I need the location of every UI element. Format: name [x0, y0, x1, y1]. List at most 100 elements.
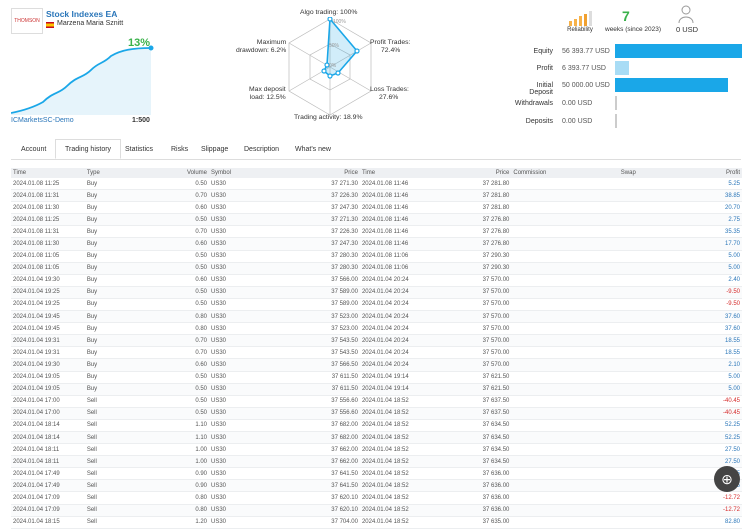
table-cell [618, 479, 689, 493]
table-cell [618, 467, 689, 481]
table-cell [511, 298, 619, 312]
reliability-label: Reliability [567, 27, 593, 33]
table-cell: 37 641.50 [265, 467, 360, 481]
table-cell [511, 371, 619, 384]
tab-trading-history[interactable]: Trading history [55, 139, 122, 159]
table-row: 2024.01.08 11:31 Buy 0.70 US30 37 226.30 2024… [11, 189, 742, 203]
table-cell: -12.72 [688, 491, 742, 505]
table-cell [618, 322, 689, 336]
table-cell: 2024.01.04 19:25 [11, 286, 85, 299]
table-cell: 37.60 [688, 310, 742, 324]
table-cell: 37.60 [688, 322, 742, 336]
table-cell: 1.00 [146, 455, 209, 469]
table-cell: 0.50 [146, 371, 209, 384]
table-row: 2024.01.04 18:11 Sell 1.00 US30 37 662.00 202… [11, 443, 742, 457]
table-cell: 2024.01.04 18:52 [359, 431, 418, 445]
table-cell: Buy [84, 225, 147, 239]
signal-title[interactable]: Stock Indexes EA [46, 9, 117, 19]
stat-row-profit: Profit 6 393.77 USD [511, 61, 743, 78]
table-cell: 52.25 [688, 431, 742, 445]
tab-account[interactable]: Account [13, 142, 54, 157]
table-cell: 0.70 [146, 225, 209, 239]
stat-value: 0.00 USD [562, 100, 593, 107]
zoom-icon[interactable]: ⊕ [714, 466, 740, 492]
tab-risks[interactable]: Risks [163, 142, 196, 157]
table-cell: 37 281.80 [417, 189, 512, 203]
stat-bar [615, 114, 617, 128]
table-cell: -40.45 [688, 395, 742, 408]
table-cell: US30 [209, 201, 266, 215]
table-cell: 37 662.00 [265, 455, 360, 469]
table-cell: 2024.01.04 20:24 [359, 310, 418, 324]
table-cell: 37 570.00 [417, 322, 512, 336]
column-header[interactable]: Type [84, 168, 147, 178]
table-cell: 37 704.00 [265, 516, 360, 529]
column-header[interactable]: Time [11, 168, 85, 178]
table-cell [618, 334, 689, 348]
table-cell: 5.00 [688, 262, 742, 275]
table-cell: 37 556.60 [265, 407, 360, 420]
table-cell: 82.80 [688, 516, 742, 529]
table-cell: 2024.01.08 11:06 [359, 262, 418, 275]
tab-whats-new[interactable]: What's new [287, 142, 339, 157]
table-cell: 37 523.00 [265, 322, 360, 336]
author-logo[interactable]: THOMSON [11, 8, 43, 34]
table-cell: US30 [209, 213, 266, 227]
table-cell: Buy [84, 201, 147, 215]
table-cell: Sell [84, 431, 147, 445]
table-cell [618, 383, 689, 396]
table-cell [618, 358, 689, 372]
column-header[interactable]: Commission [511, 168, 619, 178]
table-cell: 2024.01.08 11:46 [359, 237, 418, 251]
column-header[interactable]: Price [265, 168, 360, 178]
column-header[interactable]: Price [417, 168, 512, 178]
table-cell: 37 523.00 [265, 310, 360, 324]
stat-bar [615, 44, 742, 58]
table-cell: 0.50 [146, 262, 209, 275]
author-name[interactable]: Marzena Maria Sznitt [57, 20, 123, 27]
table-cell: 2024.01.04 19:25 [11, 298, 85, 312]
table-cell: US30 [209, 491, 266, 505]
table-cell: Buy [84, 286, 147, 299]
table-cell: 1.10 [146, 419, 209, 432]
column-header[interactable]: Time [359, 168, 418, 178]
table-cell: 2024.01.04 18:52 [359, 516, 418, 529]
table-cell [511, 479, 619, 493]
table-cell: 37 620.10 [265, 491, 360, 505]
table-cell [511, 250, 619, 263]
table-row: 2024.01.04 17:49 Sell 0.90 US30 37 641.50 202… [11, 467, 742, 481]
tab-description[interactable]: Description [236, 142, 287, 157]
stat-bar [615, 61, 629, 75]
weeks-label: weeks (since 2023) [605, 26, 661, 33]
column-header[interactable]: Swap [618, 168, 689, 178]
table-cell [511, 443, 619, 457]
table-cell: 0.60 [146, 201, 209, 215]
table-cell [511, 467, 619, 481]
table-cell: US30 [209, 286, 266, 299]
table-cell: Buy [84, 346, 147, 360]
table-cell: Sell [84, 479, 147, 493]
table-cell: 2024.01.04 18:52 [359, 395, 418, 408]
table-cell: US30 [209, 298, 266, 312]
table-cell: 2024.01.08 11:05 [11, 250, 85, 263]
tab-slippage[interactable]: Slippage [193, 142, 236, 157]
table-cell: 37 589.00 [265, 298, 360, 312]
table-cell: 2.10 [688, 358, 742, 372]
tab-statistics[interactable]: Statistics [117, 142, 161, 157]
table-row: 2024.01.04 19:31 Buy 0.70 US30 37 543.50 2024… [11, 334, 742, 348]
table-cell: 2024.01.04 18:52 [359, 419, 418, 432]
table-cell: US30 [209, 383, 266, 396]
broker-link[interactable]: ICMarketsSC-Demo [11, 117, 74, 124]
table-cell: 2024.01.04 18:52 [359, 479, 418, 493]
table-cell: 37 543.50 [265, 334, 360, 348]
stat-value: 6 393.77 USD [562, 65, 606, 72]
table-row: 2024.01.04 17:00 Sell 0.50 US30 37 556.60 202… [11, 407, 742, 420]
column-header[interactable]: Volume [146, 168, 209, 178]
table-cell: 0.80 [146, 310, 209, 324]
table-cell: 37 621.50 [417, 371, 512, 384]
stat-value: 0.00 USD [562, 118, 593, 125]
table-cell: 37 290.30 [417, 262, 512, 275]
column-header[interactable]: Profit [688, 168, 742, 178]
table-row: 2024.01.04 18:15 Sell 1.20 US30 37 704.00 202… [11, 516, 742, 529]
column-header[interactable]: Symbol [209, 168, 266, 178]
